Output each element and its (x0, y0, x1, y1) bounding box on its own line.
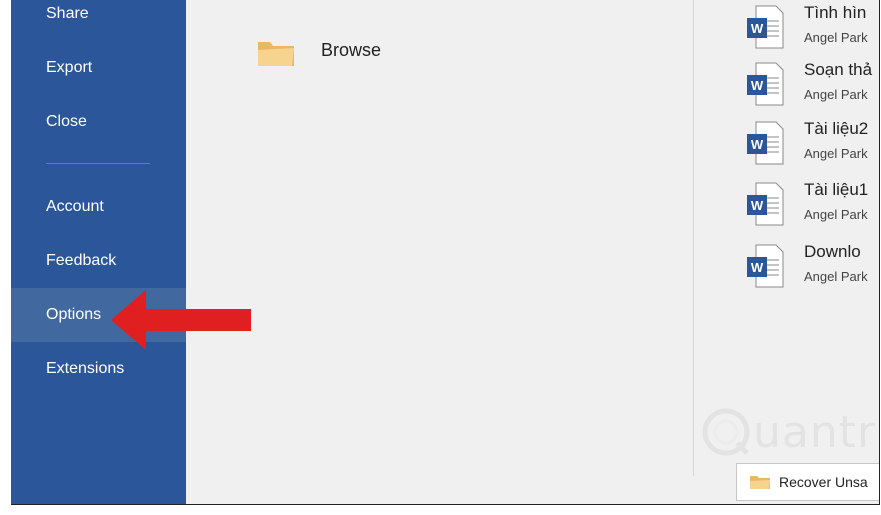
file-author: Angel Park (804, 207, 868, 222)
file-author: Angel Park (804, 269, 868, 284)
svg-text:W: W (751, 78, 764, 93)
nav-share[interactable]: Share (11, 0, 186, 41)
red-arrow-icon (111, 290, 251, 350)
recent-files-list: W Tình hìn Angel Park W Soạn thả Angel P… (186, 0, 879, 320)
folder-icon (750, 476, 770, 489)
word-document-icon: W (747, 182, 784, 226)
backstage-sidebar: Share Export Close Account Feedback Opti… (11, 0, 186, 504)
svg-text:W: W (751, 137, 764, 152)
word-document-icon: W (747, 62, 784, 106)
nav-export[interactable]: Export (11, 41, 186, 95)
word-backstage-window: Share Export Close Account Feedback Opti… (11, 0, 880, 505)
recover-unsaved-button[interactable]: Recover Unsa (736, 463, 879, 501)
watermark-logo-icon (702, 408, 750, 456)
file-author: Angel Park (804, 30, 868, 45)
svg-text:W: W (751, 21, 764, 36)
file-name: Tài liệu2 (804, 119, 869, 138)
svg-text:W: W (751, 260, 764, 275)
file-name: Tài liệu1 (804, 180, 869, 199)
nav-separator (46, 163, 150, 164)
word-document-icon: W (747, 121, 784, 165)
nav-account[interactable]: Account (11, 180, 186, 234)
file-author: Angel Park (804, 146, 868, 161)
watermark: uantrimang (701, 402, 879, 462)
nav-feedback[interactable]: Feedback (11, 234, 186, 288)
word-document-icon: W (747, 244, 784, 288)
recent-file-item[interactable]: W Tài liệu2 Angel Park (746, 119, 879, 171)
file-author: Angel Park (804, 87, 868, 102)
word-document-icon: W (747, 5, 784, 49)
recent-file-item[interactable]: W Soạn thả Angel Park (746, 60, 879, 112)
nav-close[interactable]: Close (11, 95, 186, 149)
svg-text:W: W (751, 198, 764, 213)
recent-file-item[interactable]: W Tài liệu1 Angel Park (746, 180, 879, 232)
recent-file-item[interactable]: W Tình hìn Angel Park (746, 3, 879, 55)
backstage-main: Browse W Tình hìn Angel Park W Soạn thả … (186, 0, 879, 504)
file-name: Downlo (804, 242, 861, 261)
file-name: Tình hìn (804, 3, 867, 22)
recover-label: Recover Unsa (779, 474, 868, 490)
file-name: Soạn thả (804, 60, 873, 79)
recent-file-item[interactable]: W Downlo Angel Park (746, 242, 879, 294)
watermark-text: uantrimang (753, 406, 879, 458)
